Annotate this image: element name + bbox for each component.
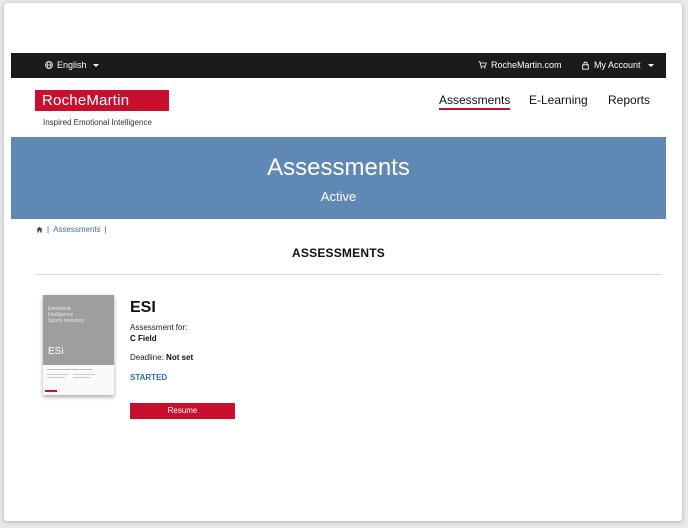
nav-assessments[interactable]: Assessments [439, 93, 510, 107]
assessment-cover-image: Emotional Intelligence Sports Inventory … [43, 295, 114, 395]
assessment-title: ESI [130, 299, 156, 316]
language-selector[interactable]: English [45, 60, 99, 70]
page-banner: Assessments Active [11, 137, 666, 219]
lock-icon [582, 61, 589, 70]
deadline-value: Not set [166, 353, 194, 362]
assessment-participant-name: C Field [130, 334, 157, 343]
deadline-label: Deadline: [130, 353, 164, 362]
brand-logo[interactable]: RocheMartin [35, 90, 169, 111]
chevron-down-icon [92, 64, 99, 67]
breadcrumb-separator: | [47, 225, 50, 234]
cover-code: ESi [48, 346, 64, 357]
cover-footer [43, 365, 114, 395]
my-account-label: My Account [594, 60, 641, 70]
banner-subtitle: Active [320, 189, 357, 204]
top-bar: English RocheMartin.com My Account [11, 53, 666, 78]
banner-title: Assessments [267, 154, 410, 181]
assessment-deadline: Deadline: Not set [130, 353, 193, 362]
brand-tagline: Inspired Emotional Intelligence [43, 118, 152, 127]
my-account-menu[interactable]: My Account [582, 60, 654, 70]
cart-icon [478, 61, 487, 69]
resume-button[interactable]: Resume [130, 403, 235, 419]
breadcrumb-separator: | [104, 225, 107, 234]
status-badge: STARTED [130, 373, 168, 382]
assessment-for-label: Assessment for: [130, 323, 188, 332]
active-nav-indicator [439, 108, 510, 110]
page-title: ASSESSMENTS [292, 246, 385, 260]
breadcrumb: | Assessments | [36, 225, 107, 234]
language-label: English [57, 60, 87, 70]
globe-icon [45, 61, 53, 69]
nav-e-learning[interactable]: E-Learning [529, 93, 588, 107]
screenshot-frame: English RocheMartin.com My Account Roche… [4, 3, 682, 521]
chevron-down-icon [647, 64, 654, 67]
site-link-label: RocheMartin.com [491, 60, 562, 70]
breadcrumb-assessments[interactable]: Assessments [53, 225, 101, 234]
nav-reports[interactable]: Reports [608, 93, 650, 107]
home-icon[interactable] [36, 226, 43, 233]
divider [35, 274, 662, 275]
site-link[interactable]: RocheMartin.com [478, 60, 562, 70]
cover-title: Emotional Intelligence Sports Inventory [48, 306, 85, 324]
browser-viewport: English RocheMartin.com My Account Roche… [11, 53, 666, 513]
